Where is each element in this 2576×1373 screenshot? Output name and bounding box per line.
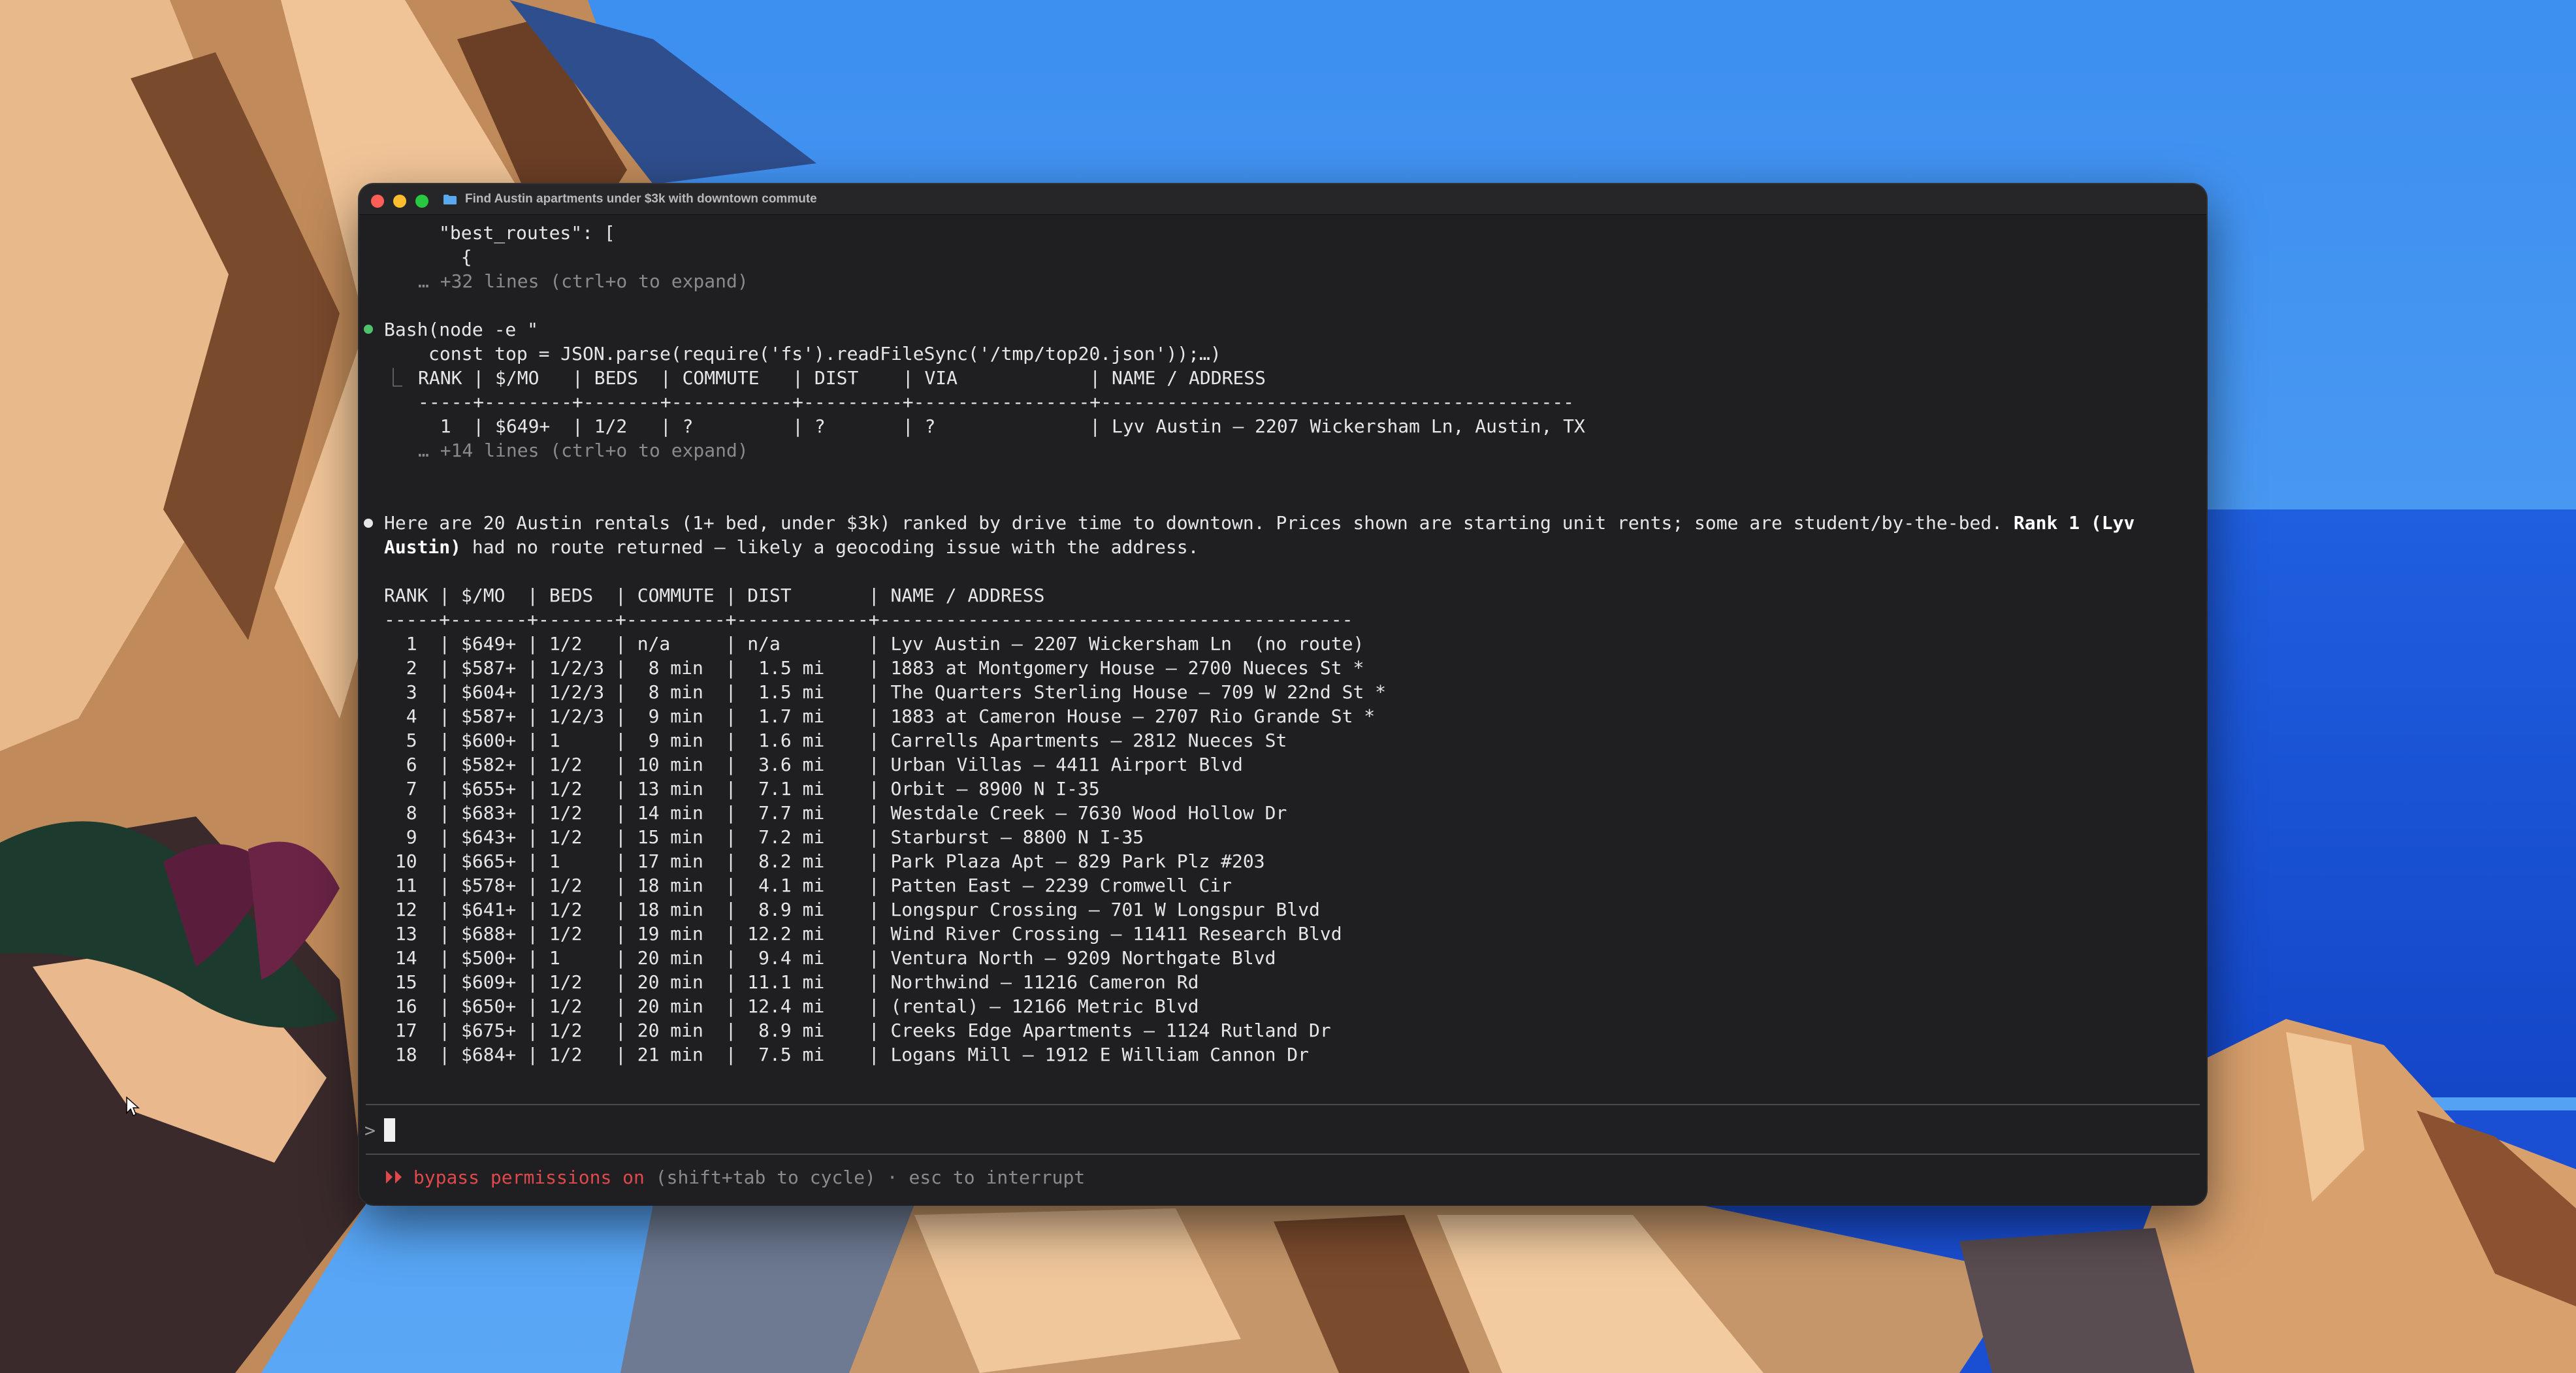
table-row: 15 | $609+ | 1/2 | 20 min | 11.1 mi | No… <box>384 971 1199 993</box>
zoom-button[interactable] <box>415 195 428 208</box>
bash-output-row: 1 | $649+ | 1/2 | ? | ? | ? | Lyv Austin… <box>418 415 1585 437</box>
message-dot <box>364 519 373 528</box>
terminal-content[interactable]: "best_routes": [ { … +32 lines (ctrl+o t… <box>359 214 2206 1204</box>
bypass-permissions-label[interactable]: bypass permissions on <box>413 1167 645 1188</box>
summary-bold: Rank 1 (Lyv <box>2013 512 2135 534</box>
text-cursor[interactable] <box>384 1118 395 1142</box>
json-preview-line: { <box>439 246 472 268</box>
bash-output-separator: -----+--------+-------+-----------+-----… <box>418 391 1575 413</box>
bash-command-line2: const top = JSON.parse(require('fs').rea… <box>428 343 1221 364</box>
status-hint: (shift+tab to cycle) · esc to interrupt <box>655 1167 1086 1188</box>
prompt-bottom-divider <box>366 1154 2200 1155</box>
terminal-window: Find Austin apartments under $3k with do… <box>359 184 2206 1204</box>
table-row: 7 | $655+ | 1/2 | 13 min | 7.1 mi | Orbi… <box>384 778 1100 800</box>
summary-bold: Austin) <box>384 536 462 558</box>
summary-line-1: Here are 20 Austin rentals (1+ bed, unde… <box>384 511 2134 535</box>
bash-output-header: RANK | $/MO | BEDS | COMMUTE | DIST | VI… <box>418 367 1266 389</box>
close-button[interactable] <box>371 195 384 208</box>
table-row: 5 | $600+ | 1 | 9 min | 1.6 mi | Carrell… <box>384 730 1287 751</box>
table-row: 16 | $650+ | 1/2 | 20 min | 12.4 mi | (r… <box>384 995 1199 1017</box>
status-line: ⏵⏵ bypass permissions on (shift+tab to c… <box>384 1165 1085 1189</box>
folder-icon <box>443 195 457 204</box>
prompt-caret: > <box>364 1120 376 1141</box>
table-row: 3 | $604+ | 1/2/3 | 8 min | 1.5 mi | The… <box>384 681 1387 703</box>
table-row: 10 | $665+ | 1 | 17 min | 8.2 mi | Park … <box>384 850 1265 872</box>
table-row: 1 | $649+ | 1/2 | n/a | n/a | Lyv Austin… <box>384 633 1364 654</box>
table-row: 14 | $500+ | 1 | 20 min | 9.4 mi | Ventu… <box>384 947 1276 969</box>
expand-hint[interactable]: … +14 lines (ctrl+o to expand) <box>418 438 749 462</box>
table-row: 13 | $688+ | 1/2 | 19 min | 12.2 mi | Wi… <box>384 923 1342 945</box>
minimize-button[interactable] <box>393 195 406 208</box>
table-header: RANK | $/MO | BEDS | COMMUTE | DIST | NA… <box>384 585 1045 606</box>
mouse-pointer-icon <box>126 1096 140 1117</box>
tool-status-dot <box>364 325 373 334</box>
title-bar: Find Austin apartments under $3k with do… <box>359 184 2206 215</box>
output-corner-glyph: ⎿ <box>384 367 403 389</box>
bash-command: Bash(node -e " <box>384 319 539 340</box>
table-row: 8 | $683+ | 1/2 | 14 min | 7.7 mi | West… <box>384 802 1287 824</box>
table-separator: -----+-------+-------+---------+--------… <box>384 609 1353 630</box>
table-row: 9 | $643+ | 1/2 | 15 min | 7.2 mi | Star… <box>384 826 1144 848</box>
table-row: 17 | $675+ | 1/2 | 20 min | 8.9 mi | Cre… <box>384 1020 1331 1041</box>
table-row: 2 | $587+ | 1/2/3 | 8 min | 1.5 mi | 188… <box>384 657 1364 679</box>
window-title: Find Austin apartments under $3k with do… <box>465 192 817 206</box>
summary-text: Here are 20 Austin rentals (1+ bed, unde… <box>384 512 2014 534</box>
bypass-arrows-icon: ⏵⏵ <box>384 1167 403 1188</box>
summary-text: had no route returned — likely a geocodi… <box>461 536 1199 558</box>
table-row: 4 | $587+ | 1/2/3 | 9 min | 1.7 mi | 188… <box>384 705 1376 727</box>
table-row: 6 | $582+ | 1/2 | 10 min | 3.6 mi | Urba… <box>384 754 1243 775</box>
expand-hint[interactable]: … +32 lines (ctrl+o to expand) <box>418 269 749 293</box>
table-row: 18 | $684+ | 1/2 | 21 min | 7.5 mi | Log… <box>384 1044 1310 1065</box>
table-row: 12 | $641+ | 1/2 | 18 min | 8.9 mi | Lon… <box>384 899 1320 920</box>
table-row: 11 | $578+ | 1/2 | 18 min | 4.1 mi | Pat… <box>384 875 1232 896</box>
json-preview-line: "best_routes": [ <box>439 222 615 244</box>
summary-line-2: Austin) had no route returned — likely a… <box>384 535 1199 559</box>
prompt-top-divider <box>366 1104 2200 1105</box>
